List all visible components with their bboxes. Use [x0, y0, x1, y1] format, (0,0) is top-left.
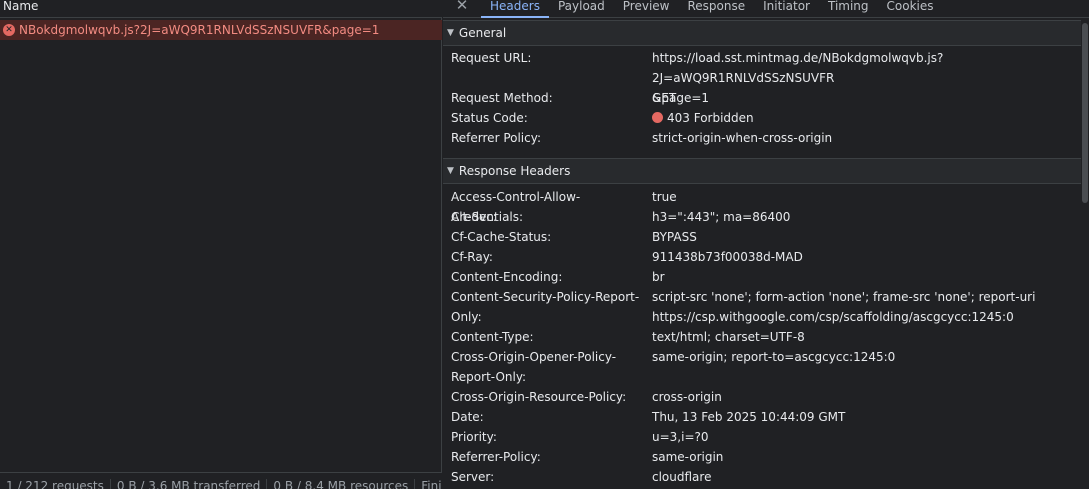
header-row: Request Method: GET: [443, 88, 1081, 108]
header-row: Content-Encoding: br: [443, 267, 1081, 287]
key-line-2: Only:: [451, 310, 482, 324]
finish-time: Finish: 11: [415, 479, 442, 489]
key-line-1: Cross-Origin-Opener-Policy-: [451, 350, 617, 364]
response-headers-section-header[interactable]: ▼ Response Headers: [443, 158, 1081, 184]
header-row: Referrer-Policy: same-origin: [443, 447, 1081, 467]
details-tabbar: ✕ Headers Payload Preview Response Initi…: [443, 0, 1089, 18]
header-row: Alt-Svc: h3=":443"; ma=86400: [443, 207, 1081, 227]
key-line-2: Report-Only:: [451, 370, 527, 384]
triangle-down-icon: ▼: [447, 166, 454, 176]
scrollbar-thumb[interactable]: [1082, 23, 1088, 203]
header-row: Cf-Cache-Status: BYPASS: [443, 227, 1081, 247]
header-value[interactable]: cross-origin: [643, 387, 1081, 407]
header-value[interactable]: h3=":443"; ma=86400: [643, 207, 1081, 227]
header-key: Request Method:: [451, 91, 553, 105]
header-row: Referrer Policy: strict-origin-when-cros…: [443, 128, 1081, 148]
request-name: NBokdgmolwqvb.js?2J=aWQ9R1RNLVdSSzNSUVFR…: [19, 23, 380, 37]
header-row: Status Code: 403 Forbidden: [443, 108, 1081, 128]
header-key: Cross-Origin-Resource-Policy:: [451, 390, 627, 404]
tab-preview[interactable]: Preview: [614, 0, 679, 18]
network-summary-bar: 1 / 212 requests 0 B / 3.6 MB transferre…: [0, 472, 442, 489]
value-line-1: script-src 'none'; form-action 'none'; f…: [652, 290, 1036, 304]
resources-size: 0 B / 8.4 MB resources: [267, 479, 416, 489]
header-key: Status Code:: [451, 111, 528, 125]
header-key: Content-Security-Policy-Report- Only:: [443, 287, 643, 327]
header-row: Server: cloudflare: [443, 467, 1081, 487]
header-key: Priority:: [451, 430, 497, 444]
error-icon: ✕: [3, 24, 15, 36]
header-value[interactable]: same-origin: [643, 447, 1081, 467]
general-section-header[interactable]: ▼ General: [443, 20, 1081, 46]
tab-headers[interactable]: Headers: [481, 0, 549, 18]
header-key: Referrer-Policy:: [451, 450, 541, 464]
header-row: Cross-Origin-Opener-Policy- Report-Only:…: [443, 347, 1081, 387]
header-key: Content-Encoding:: [451, 270, 563, 284]
requests-count: 1 / 212 requests: [0, 479, 111, 489]
header-value[interactable]: GET: [643, 88, 1081, 108]
triangle-down-icon: ▼: [447, 28, 454, 38]
header-key: Content-Type:: [451, 330, 534, 344]
header-value[interactable]: 403 Forbidden: [643, 108, 1081, 128]
header-value[interactable]: cloudflare: [643, 467, 1081, 487]
header-value[interactable]: u=3,i=?0: [643, 427, 1081, 447]
status-code-text: 403 Forbidden: [667, 111, 754, 125]
header-value[interactable]: same-origin; report-to=ascgcycc:1245:0: [643, 347, 1081, 387]
tab-initiator[interactable]: Initiator: [754, 0, 819, 18]
header-key: Cross-Origin-Opener-Policy- Report-Only:: [443, 347, 643, 387]
header-row: Content-Security-Policy-Report- Only: sc…: [443, 287, 1081, 327]
tab-cookies[interactable]: Cookies: [878, 0, 943, 18]
value-line-2: https://csp.withgoogle.com/csp/scaffoldi…: [652, 310, 1014, 324]
tab-response[interactable]: Response: [678, 0, 754, 18]
header-value[interactable]: text/html; charset=UTF-8: [643, 327, 1081, 347]
key-line-1: Content-Security-Policy-Report-: [451, 290, 640, 304]
vertical-scrollbar[interactable]: [1081, 19, 1089, 489]
request-list-panel: Name ✕ NBokdgmolwqvb.js?2J=aWQ9R1RNLVdSS…: [0, 0, 442, 489]
transferred-size: 0 B / 3.6 MB transferred: [111, 479, 268, 489]
request-row[interactable]: ✕ NBokdgmolwqvb.js?2J=aWQ9R1RNLVdSSzNSUV…: [0, 20, 442, 40]
tab-payload[interactable]: Payload: [549, 0, 614, 18]
tab-timing[interactable]: Timing: [819, 0, 878, 18]
header-value[interactable]: BYPASS: [643, 227, 1081, 247]
header-value[interactable]: br: [643, 267, 1081, 287]
header-key: Server:: [451, 470, 495, 484]
header-row: Date: Thu, 13 Feb 2025 10:44:09 GMT: [443, 407, 1081, 427]
header-key: Cf-Cache-Status:: [451, 230, 552, 244]
name-column-header[interactable]: Name: [0, 0, 442, 18]
header-value[interactable]: 911438b73f00038d-MAD: [643, 247, 1081, 267]
header-value[interactable]: strict-origin-when-cross-origin: [643, 128, 1081, 148]
header-key: Cf-Ray:: [451, 250, 493, 264]
header-value[interactable]: script-src 'none'; form-action 'none'; f…: [643, 287, 1081, 327]
header-row: Cross-Origin-Resource-Policy: cross-orig…: [443, 387, 1081, 407]
section-title: General: [458, 26, 507, 40]
header-key: Referrer Policy:: [451, 131, 541, 145]
url-line-1: https://load.sst.mintmag.de/NBokdgmolwqv…: [652, 51, 944, 85]
header-row: Cf-Ray: 911438b73f00038d-MAD: [443, 247, 1081, 267]
status-error-dot-icon: [652, 112, 663, 123]
header-row: Priority: u=3,i=?0: [443, 427, 1081, 447]
section-title: Response Headers: [458, 164, 571, 178]
header-value[interactable]: Thu, 13 Feb 2025 10:44:09 GMT: [643, 407, 1081, 427]
header-key: Date:: [451, 410, 484, 424]
request-details-panel: ✕ Headers Payload Preview Response Initi…: [443, 0, 1089, 489]
header-key: Alt-Svc:: [451, 210, 497, 224]
close-icon[interactable]: ✕: [443, 0, 481, 17]
header-row: Content-Type: text/html; charset=UTF-8: [443, 327, 1081, 347]
